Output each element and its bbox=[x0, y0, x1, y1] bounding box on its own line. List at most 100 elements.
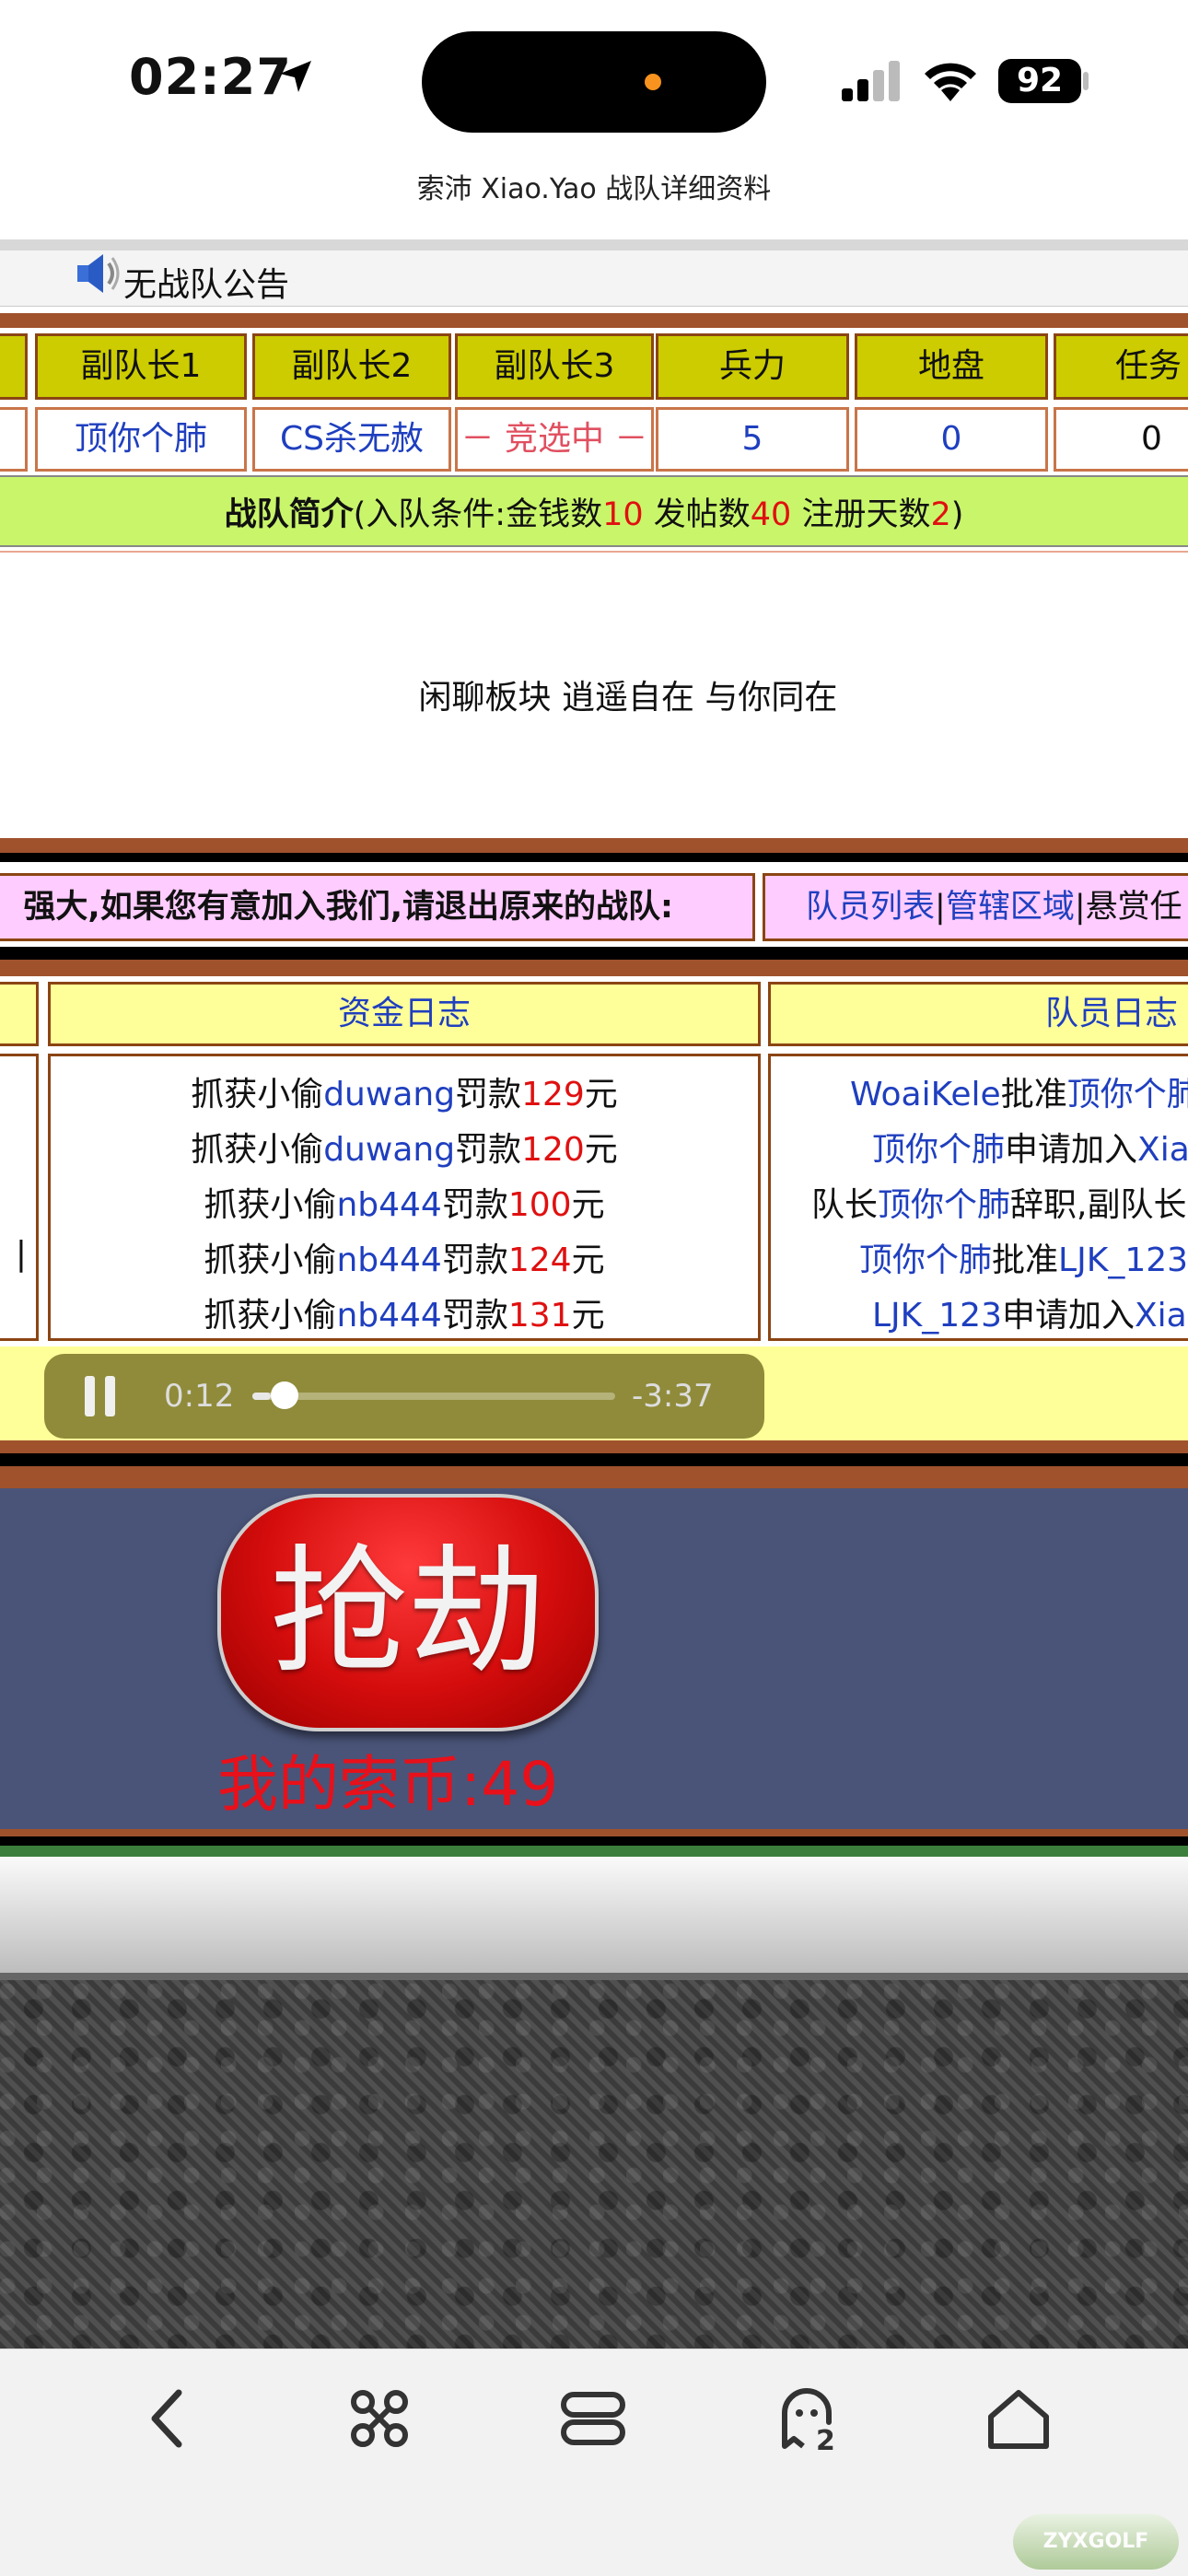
textured-background bbox=[0, 1980, 1188, 2349]
deputy-1-link[interactable]: 顶你个肺 bbox=[35, 407, 247, 472]
intro-money: 10 bbox=[602, 496, 644, 533]
battery-cap bbox=[1083, 72, 1089, 90]
user-link[interactable]: nb444 bbox=[336, 1186, 441, 1224]
list-item: 抓获小偷duwang罚款129元 bbox=[191, 1076, 618, 1113]
recruit-message: 强大,如果您有意加入我们,请退出原来的战队: bbox=[0, 873, 755, 941]
header-deputy-2: 副队长2 bbox=[252, 333, 451, 400]
cellular-signal-icon bbox=[842, 61, 900, 101]
header-territory: 地盘 bbox=[855, 333, 1048, 400]
divider bbox=[0, 838, 1188, 853]
header-deputy-3: 副队长3 bbox=[455, 333, 654, 400]
list-item: 抓获小偷nb444罚款131元 bbox=[204, 1297, 605, 1335]
fund-log-title: 资金日志 bbox=[48, 982, 761, 1046]
speaker-icon bbox=[77, 254, 120, 293]
intro-days-label: 注册天数 bbox=[791, 496, 931, 533]
intro-label: 战队简介 bbox=[224, 496, 354, 533]
user-link[interactable]: 顶你个肺 bbox=[872, 1131, 1005, 1169]
pause-icon[interactable] bbox=[85, 1376, 118, 1416]
table-cell bbox=[0, 407, 28, 472]
list-item: 队长顶你个肺辞职,副队长 bbox=[811, 1186, 1187, 1224]
audio-remaining-time: -3:37 bbox=[632, 1378, 714, 1415]
intro-posts-label: 发帖数 bbox=[643, 496, 751, 533]
member-log-title: 队员日志 bbox=[768, 982, 1188, 1046]
command-icon[interactable] bbox=[343, 2382, 416, 2455]
user-link[interactable]: 顶你个肺 bbox=[1067, 1076, 1188, 1113]
intro-title: 战队简介(入队条件:金钱数10 发帖数40 注册天数2) bbox=[0, 488, 1188, 535]
territory-value: 0 bbox=[855, 407, 1048, 472]
member-list-link[interactable]: 队员列表 bbox=[806, 889, 935, 926]
list-item: WoaiKele批准顶你个肺 bbox=[771, 1067, 1188, 1115]
home-icon[interactable] bbox=[982, 2382, 1055, 2455]
user-link[interactable]: nb444 bbox=[336, 1297, 441, 1335]
audio-progress-fill bbox=[252, 1393, 271, 1400]
member-log-box: WoaiKele批准顶你个肺 顶你个肺申请加入Xia 队长顶你个肺辞职,副队长 … bbox=[768, 1054, 1188, 1341]
bounty-link[interactable]: 悬赏任 bbox=[1086, 889, 1182, 926]
back-icon[interactable] bbox=[131, 2382, 204, 2455]
rob-button[interactable]: 抢劫 bbox=[217, 1494, 599, 1731]
watermark-logo: ZYXGOLF bbox=[1013, 2514, 1179, 2570]
tasks-value: 0 bbox=[1054, 407, 1188, 472]
user-link[interactable]: 顶你个肺 bbox=[878, 1186, 1010, 1224]
list-item: 顶你个肺申请加入Xia bbox=[872, 1131, 1188, 1169]
troops-value: 5 bbox=[656, 407, 849, 472]
location-arrow-icon bbox=[280, 61, 311, 92]
user-link[interactable]: LJK_123 bbox=[872, 1297, 1002, 1335]
divider bbox=[0, 1836, 1188, 1846]
user-link[interactable]: LJK_123 bbox=[1058, 1241, 1188, 1279]
divider bbox=[0, 1453, 1188, 1466]
deputy-2-link[interactable]: CS杀无赦 bbox=[252, 407, 451, 472]
ghost-icon[interactable]: 2 bbox=[772, 2382, 845, 2455]
header-troops: 兵力 bbox=[656, 333, 849, 400]
recruit-links: 队员列表|管辖区域|悬赏任 bbox=[763, 873, 1188, 941]
list-item: 顶你个肺批准LJK_123 bbox=[859, 1241, 1188, 1279]
privacy-indicator-dot bbox=[645, 74, 661, 90]
wifi-icon bbox=[925, 63, 976, 101]
audio-elapsed-time: 0:12 bbox=[164, 1378, 235, 1415]
battery-level: 92 bbox=[998, 59, 1081, 103]
header-deputy-1: 副队长1 bbox=[35, 333, 247, 400]
divider bbox=[0, 1973, 1188, 1980]
audio-progress-track[interactable] bbox=[252, 1393, 615, 1400]
intro-posts: 40 bbox=[750, 496, 792, 533]
divider bbox=[0, 313, 1188, 328]
user-link[interactable]: WoaiKele bbox=[850, 1076, 1001, 1113]
log-left-box: | bbox=[0, 1054, 39, 1341]
list-item: 抓获小偷nb444罚款124元 bbox=[204, 1241, 605, 1279]
user-link[interactable]: duwang bbox=[323, 1131, 455, 1169]
territory-link[interactable]: 管辖区域 bbox=[946, 889, 1075, 926]
link-separator: | bbox=[1074, 889, 1086, 926]
intro-cond-suffix: ) bbox=[950, 496, 964, 533]
user-link[interactable]: 顶你个肺 bbox=[859, 1241, 992, 1279]
list-item: 抓获小偷duwang罚款120元 bbox=[191, 1131, 618, 1169]
user-link[interactable]: Xia bbox=[1137, 1131, 1188, 1169]
coins-balance: 我的索币:49 bbox=[217, 1749, 559, 1820]
user-link[interactable]: nb444 bbox=[336, 1241, 441, 1279]
list-item: 抓获小偷nb444罚款100元 bbox=[204, 1186, 605, 1224]
dynamic-island bbox=[422, 31, 766, 133]
user-link[interactable]: Xia bbox=[1135, 1297, 1187, 1335]
divider bbox=[0, 853, 1188, 862]
link-separator: | bbox=[935, 889, 946, 926]
divider bbox=[0, 1829, 1188, 1836]
footer-bar bbox=[0, 1857, 1188, 1973]
log-header-left bbox=[0, 982, 39, 1046]
divider bbox=[0, 960, 1188, 976]
deputy-3-status: － 竞选中 － bbox=[455, 407, 654, 472]
divider bbox=[0, 947, 1188, 960]
divider bbox=[0, 239, 1188, 251]
svg-text:2: 2 bbox=[816, 2425, 835, 2455]
page-title: 索沛 Xiao.Yao 战队详细资料 bbox=[416, 173, 772, 205]
divider bbox=[0, 1846, 1188, 1857]
list-item: LJK_123申请加入Xia bbox=[872, 1297, 1187, 1335]
status-time: 02:27 bbox=[129, 48, 292, 106]
fund-log-box: 抓获小偷duwang罚款129元 抓获小偷duwang罚款120元 抓获小偷nb… bbox=[48, 1054, 761, 1341]
audio-scrubber-handle[interactable] bbox=[271, 1381, 298, 1409]
announcement-text: 无战队公告 bbox=[123, 266, 290, 304]
tabs-icon[interactable] bbox=[556, 2382, 630, 2455]
user-link[interactable]: duwang bbox=[323, 1076, 455, 1113]
intro-content: 闲聊板块 逍遥自在 与你同在 bbox=[418, 679, 838, 717]
divider bbox=[0, 1440, 1188, 1453]
intro-cond-prefix: (入队条件:金钱数 bbox=[353, 496, 603, 533]
header-tasks: 任务 bbox=[1054, 333, 1188, 400]
table-header-cell bbox=[0, 333, 28, 400]
